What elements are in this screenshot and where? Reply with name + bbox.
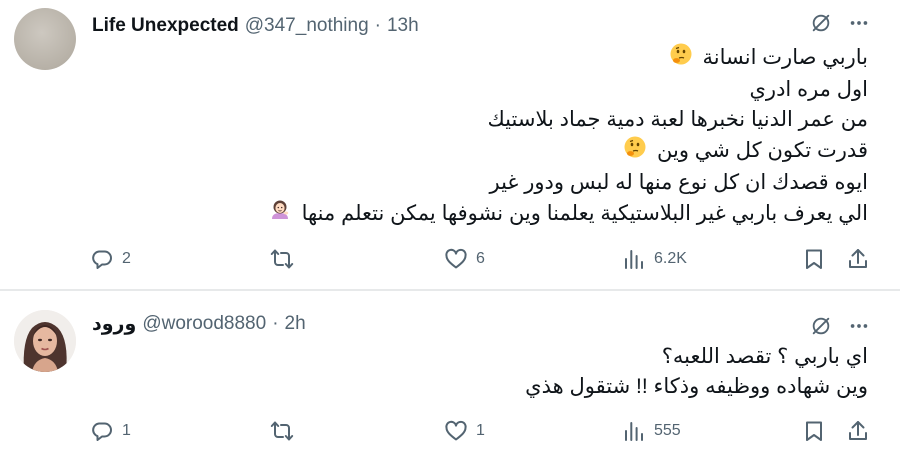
retweet-button[interactable]	[270, 245, 302, 273]
like-icon	[445, 248, 467, 269]
more-icon[interactable]	[848, 12, 870, 34]
reply-button[interactable]: 1	[90, 417, 131, 445]
reply-icon	[92, 422, 112, 441]
tweet-line: باربي صارت انسانة	[108, 42, 868, 75]
tweet-line: ايوه قصدك ان كل نوع منها له لبس ودور غير	[489, 171, 868, 194]
views-button[interactable]: 555	[622, 417, 681, 445]
reply-count: 2	[122, 250, 131, 267]
reply-button[interactable]: 2	[90, 245, 131, 273]
share-button[interactable]	[846, 417, 870, 445]
timestamp[interactable]: 2h	[285, 313, 306, 335]
tweet-top-actions	[810, 12, 870, 34]
tweet-header: Life Unexpected @347_nothing · 13h	[92, 12, 419, 40]
bookmark-button[interactable]	[802, 417, 826, 445]
avatar[interactable]	[14, 8, 76, 70]
tweet-line: من عمر الدنيا نخبرها لعبة دمية جماد بلاس…	[487, 108, 868, 131]
woman-tipping-hand-icon	[268, 198, 292, 231]
display-name[interactable]: Life Unexpected	[92, 15, 239, 37]
reply-count: 1	[122, 422, 131, 439]
grok-icon[interactable]	[810, 12, 832, 34]
tweet-line: الي يعرف باربي غير البلاستيكية يعلمنا وي…	[108, 198, 868, 231]
retweet-icon	[270, 249, 294, 269]
tweet-text: اي باربي ؟ تقصد اللعبه؟ وين شهاده ووظيفه…	[108, 342, 868, 402]
action-bar: 1 1 555	[0, 417, 900, 445]
thinking-face-icon	[623, 135, 647, 168]
tweet[interactable]: ورود @worood8880 · 2h اي باربي ؟ تقصد ال…	[0, 291, 900, 450]
tweet-line: وين شهاده ووظيفه وذكاء !! شتقول هذي	[525, 375, 868, 398]
retweet-icon	[270, 421, 294, 441]
share-icon	[849, 249, 867, 268]
share-button[interactable]	[846, 245, 870, 273]
handle[interactable]: @worood8880	[142, 313, 266, 335]
tweet-line: قدرت تكون كل شي وين	[108, 135, 868, 168]
timestamp[interactable]: 13h	[387, 15, 419, 37]
avatar[interactable]	[14, 310, 76, 372]
tweet-top-actions	[810, 315, 870, 337]
separator: ·	[374, 15, 381, 36]
display-name[interactable]: ورود	[92, 313, 136, 336]
views-icon	[625, 422, 643, 441]
reply-icon	[92, 250, 112, 269]
like-count: 1	[476, 422, 485, 439]
like-count: 6	[476, 250, 485, 267]
bookmark-icon	[806, 249, 822, 269]
share-icon	[849, 421, 867, 440]
views-count: 555	[654, 422, 681, 439]
retweet-button[interactable]	[270, 417, 302, 445]
tweet-header: ورود @worood8880 · 2h	[92, 310, 306, 338]
tweet-line: اي باربي ؟ تقصد اللعبه؟	[661, 345, 868, 368]
bookmark-button[interactable]	[802, 245, 826, 273]
more-icon[interactable]	[848, 315, 870, 337]
views-icon	[625, 250, 643, 269]
views-button[interactable]: 6.2K	[622, 245, 687, 273]
views-count: 6.2K	[654, 250, 687, 267]
like-button[interactable]: 1	[444, 417, 485, 445]
thinking-face-icon	[669, 42, 693, 75]
bookmark-icon	[806, 421, 822, 441]
grok-icon[interactable]	[810, 315, 832, 337]
like-button[interactable]: 6	[444, 245, 485, 273]
like-icon	[445, 420, 467, 441]
tweet-text: باربي صارت انسانة اول مره ادري من عمر ال…	[108, 42, 868, 231]
separator: ·	[272, 313, 279, 334]
action-bar: 2 6 6.2K	[0, 245, 900, 273]
tweet-line: اول مره ادري	[749, 78, 868, 101]
tweet[interactable]: Life Unexpected @347_nothing · 13h باربي…	[0, 0, 900, 290]
handle[interactable]: @347_nothing	[245, 15, 369, 37]
